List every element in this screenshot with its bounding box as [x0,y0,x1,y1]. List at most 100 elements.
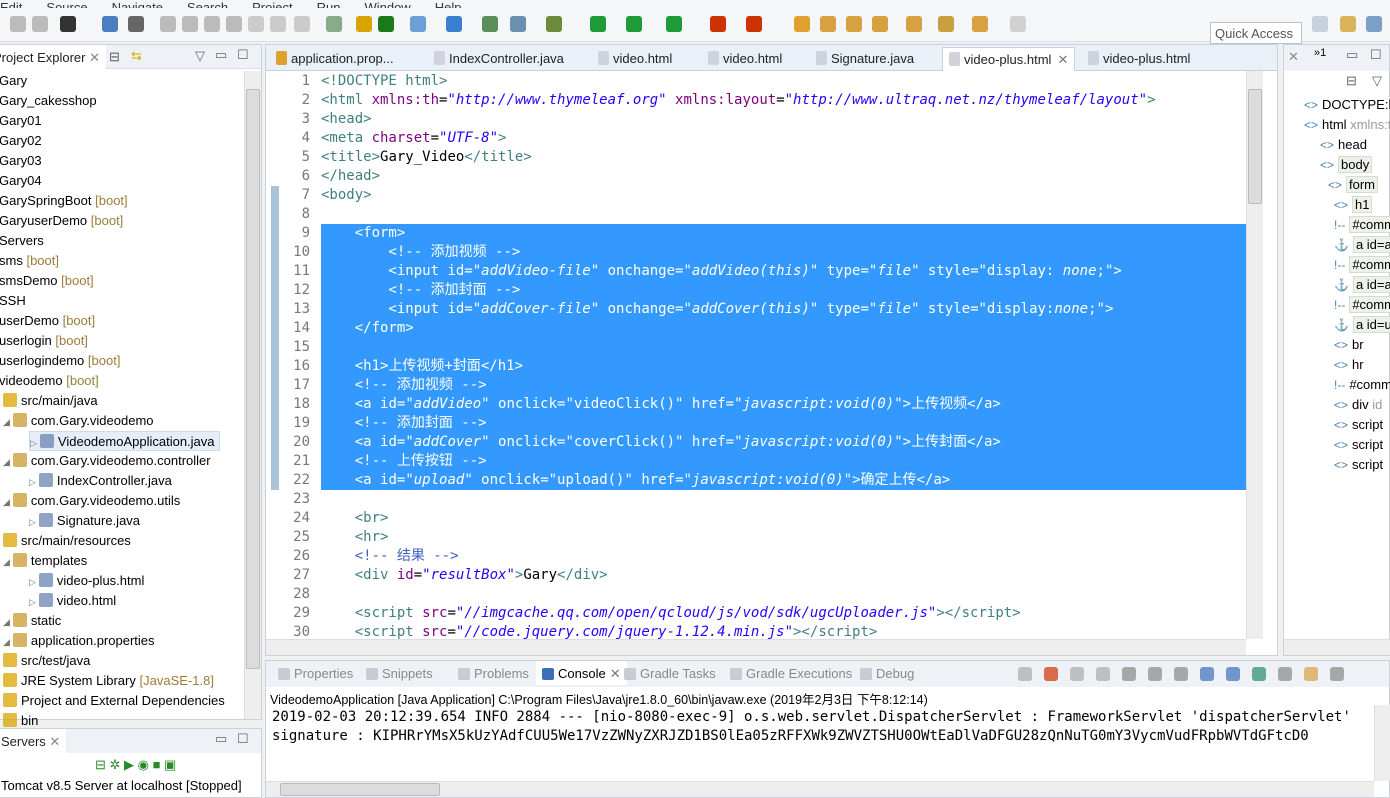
view-menu-icon[interactable]: ▽ [195,48,205,64]
console-toolbar-icon[interactable] [1252,667,1266,681]
toolbar-button-icon[interactable] [270,16,286,32]
outline-item[interactable]: <>DOCTYPE:html [1304,95,1390,115]
tree-item[interactable]: GaryuserDemo [boot] [0,211,123,231]
console-toolbar-icon[interactable] [1304,667,1318,681]
toolbar-button-icon[interactable] [510,16,526,32]
console-toolbar-icon[interactable] [1226,667,1240,681]
toolbar-button-icon[interactable] [906,16,922,32]
tree-item[interactable]: videodemo [boot] [0,371,99,391]
outline-item[interactable]: !--#comment [1334,255,1390,275]
outline-item[interactable]: <> body [1320,155,1373,175]
quick-access-input[interactable]: Quick Access [1210,22,1302,44]
console-toolbar-icon[interactable] [1070,667,1084,681]
close-icon[interactable]: ✕ [89,50,100,65]
console-toolbar-icon[interactable] [1044,667,1058,681]
tree-item[interactable]: ◢ com.Gary.videodemo [3,411,154,431]
outline-item[interactable]: <> div id [1334,395,1382,415]
link-with-editor-icon[interactable]: ⇆ [131,48,142,64]
console-toolbar-icon[interactable] [1278,667,1292,681]
expand-arrow-icon[interactable]: ◢ [3,417,10,427]
expand-arrow-icon[interactable]: ◢ [3,457,10,467]
tree-item[interactable]: ◢ static [3,611,61,631]
toolbar-button-icon[interactable] [294,16,310,32]
menu-help[interactable]: Help [435,0,462,8]
outline-item[interactable]: ⚓a id=addCover [1334,275,1390,295]
tree-item[interactable]: ▷ video.html [29,591,116,611]
expand-arrow-icon[interactable]: ▷ [30,438,37,448]
tab-indexcontroller-java[interactable]: IndexController.java [428,47,570,71]
toolbar-button-icon[interactable] [666,16,682,32]
more-views-icon[interactable]: »1 [1314,47,1326,59]
expand-arrow-icon[interactable]: ▷ [29,577,36,587]
open-perspective-icon[interactable] [1312,16,1328,32]
server-actions[interactable]: ⊟ ✲ ▶ ◉ ■ ▣ [95,757,176,773]
maximize-icon[interactable]: ☐ [237,731,249,747]
minimize-icon[interactable]: ▭ [215,731,227,747]
tab-console[interactable]: Console ✕ [536,661,627,685]
tree-item[interactable]: userlogin [boot] [0,331,88,351]
outline-item[interactable]: <> br [1334,335,1364,355]
java-perspective-icon[interactable] [1366,16,1382,32]
tree-item[interactable]: ▷ IndexController.java [29,471,172,491]
tab-properties[interactable]: Properties [272,661,359,685]
toolbar-button-icon[interactable] [590,16,606,32]
tree-item[interactable]: Gary_cakesshop [0,91,97,111]
expand-arrow-icon[interactable]: ◢ [3,617,10,627]
tab-video-plus-html[interactable]: video-plus.html ✕ [942,47,1076,71]
outline-item[interactable]: <> script [1334,415,1383,435]
outline-item[interactable]: !--#comment [1334,215,1390,235]
toolbar-button-icon[interactable] [820,16,836,32]
outline-item[interactable]: <> head [1320,135,1367,155]
toolbar-button-icon[interactable] [794,16,810,32]
expand-arrow-icon[interactable]: ◢ [3,557,10,567]
menu-project[interactable]: Project [252,0,292,8]
tab-gradle-tasks[interactable]: Gradle Tasks [618,661,722,685]
outline-item[interactable]: !--#comment [1334,295,1390,315]
console-toolbar-icon[interactable] [1018,667,1032,681]
menu-search[interactable]: Search [187,0,228,8]
tree-item[interactable]: Gary01 [0,111,42,131]
tree-item[interactable]: src/test/java [3,651,90,671]
scroll-thumb[interactable] [246,89,260,669]
toolbar-button-icon[interactable] [446,16,462,32]
maximize-icon[interactable]: ☐ [1370,47,1382,63]
toolbar-button-icon[interactable] [626,16,642,32]
console-hscrollbar[interactable] [266,781,1374,797]
tree-item[interactable]: src/main/resources [3,531,131,551]
menu-edit[interactable]: Edit [0,0,22,8]
close-icon[interactable]: ✕ [1288,49,1299,65]
tab-video-html[interactable]: video.html [592,47,678,71]
toolbar-button-icon[interactable] [746,16,762,32]
tree-item[interactable]: Gary03 [0,151,42,171]
scroll-thumb[interactable] [1248,89,1262,204]
tree-item[interactable]: sms [boot] [0,251,59,271]
toolbar-button-icon[interactable] [410,16,426,32]
close-icon[interactable]: ✕ [1057,52,1068,67]
toolbar-button-icon[interactable] [102,16,118,32]
toolbar-button-icon[interactable] [872,16,888,32]
toolbar-button-icon[interactable] [710,16,726,32]
tab-application-prop-[interactable]: application.prop... [270,47,400,71]
menu-window[interactable]: Window [364,0,410,8]
outline-hscrollbar[interactable] [1284,639,1390,655]
outline-item[interactable]: <> form [1328,175,1379,195]
explorer-scrollbar[interactable] [244,71,261,719]
toolbar-button-icon[interactable] [160,16,176,32]
toolbar-button-icon[interactable] [326,16,342,32]
expand-arrow-icon[interactable]: ▷ [29,477,36,487]
outline-item[interactable]: <> h1 [1334,195,1373,215]
outline-item[interactable]: <> hr [1334,355,1364,375]
tab-signature-java[interactable]: Signature.java [810,47,920,71]
console-toolbar-icon[interactable] [1200,667,1214,681]
tab-debug[interactable]: Debug [854,661,920,685]
toolbar-button-icon[interactable] [938,16,954,32]
tab-problems[interactable]: Problems [452,661,535,685]
collapse-all-icon[interactable]: ⊟ [1346,73,1357,89]
toolbar-button-icon[interactable] [972,16,988,32]
editor-hscrollbar[interactable] [266,639,1246,655]
outline-item[interactable]: ⚓a id=addVideo [1334,235,1390,255]
tree-item[interactable]: src/main/java [3,391,98,411]
toolbar-button-icon[interactable] [378,16,394,32]
toolbar-button-icon[interactable] [60,16,76,32]
toolbar-button-icon[interactable] [182,16,198,32]
